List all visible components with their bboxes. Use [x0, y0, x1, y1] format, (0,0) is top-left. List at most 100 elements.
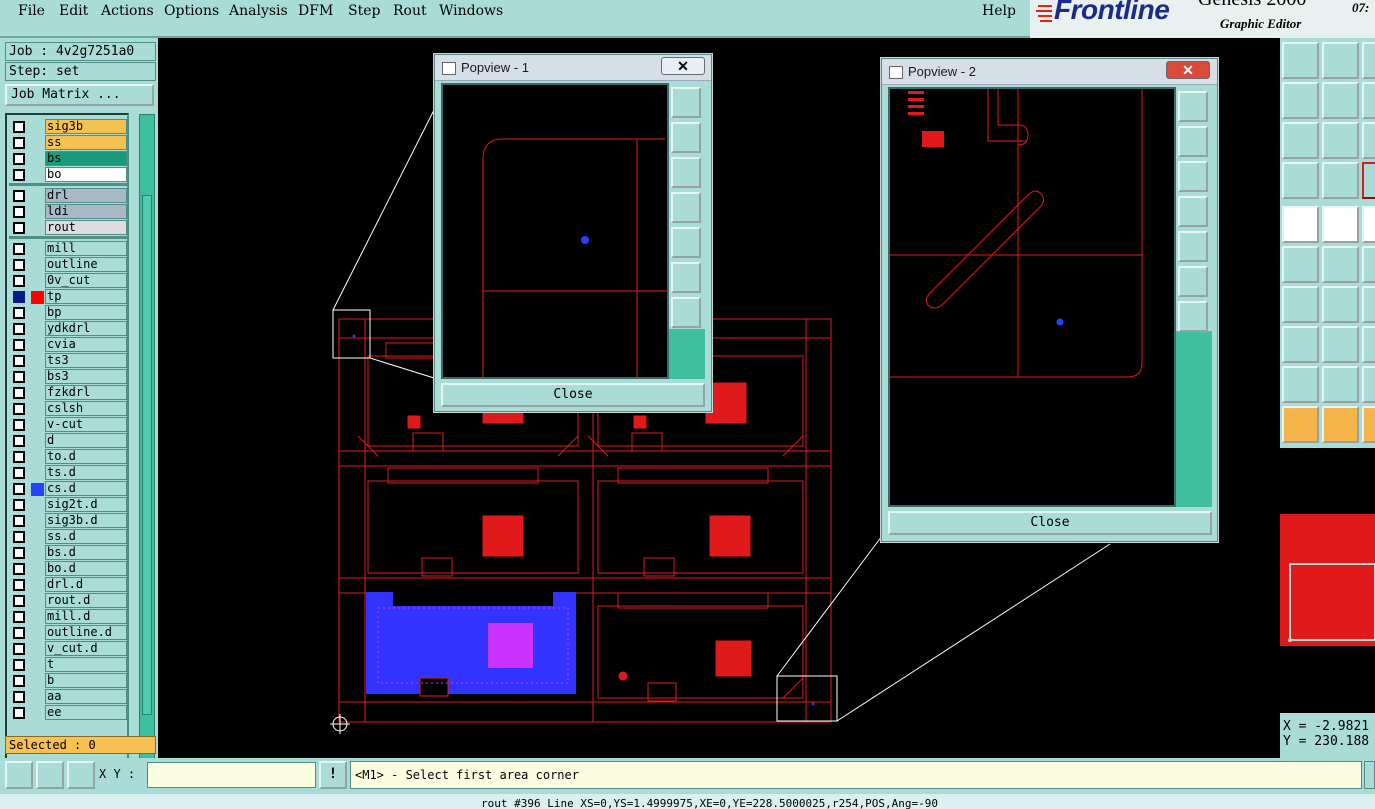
layer-row[interactable]: v-cut — [9, 417, 127, 433]
arc-tool-icon[interactable] — [1362, 366, 1375, 403]
layer-row[interactable]: b — [9, 673, 127, 689]
layer-row[interactable]: bs — [9, 151, 127, 167]
layer-name[interactable]: cslsh — [45, 401, 127, 416]
layer-name[interactable]: ss.d — [45, 529, 127, 544]
add-feature-icon[interactable] — [1282, 206, 1319, 243]
menu-actions[interactable]: Actions — [101, 3, 154, 19]
pan-left-icon[interactable] — [1282, 82, 1319, 119]
layer-checkbox[interactable] — [13, 499, 25, 511]
layer-row[interactable]: sig2t.d — [9, 497, 127, 513]
angle-tool-icon[interactable] — [1322, 366, 1359, 403]
layer-name[interactable]: b — [45, 673, 127, 688]
layer-row[interactable]: rout — [9, 220, 127, 236]
menu-file[interactable]: File — [18, 3, 45, 19]
popview-1-close-button[interactable]: Close — [441, 383, 705, 407]
pan-right-icon[interactable] — [1322, 82, 1359, 119]
xy-input[interactable] — [147, 762, 316, 788]
menu-help[interactable]: Help — [982, 3, 1016, 19]
layer-name[interactable]: sig3b.d — [45, 513, 127, 528]
menu-analysis[interactable]: Analysis — [229, 3, 288, 19]
layer-name[interactable]: bo — [45, 167, 127, 182]
layer-row[interactable]: mill.d — [9, 609, 127, 625]
layer-row[interactable]: fzkdrl — [9, 385, 127, 401]
layer-checkbox[interactable] — [13, 259, 25, 271]
layer-name[interactable]: fzkdrl — [45, 385, 127, 400]
layer-name[interactable]: bp — [45, 305, 127, 320]
layer-row[interactable]: bs3 — [9, 369, 127, 385]
move-icon[interactable] — [1362, 246, 1375, 283]
layer-row[interactable]: t — [9, 657, 127, 673]
layer-name[interactable]: cvia — [45, 337, 127, 352]
layer-checkbox[interactable] — [13, 222, 25, 234]
layer-checkbox[interactable] — [13, 419, 25, 431]
layer-row[interactable]: drl — [9, 188, 127, 204]
menu-edit[interactable]: Edit — [59, 3, 88, 19]
layer-name[interactable]: outline.d — [45, 625, 127, 640]
layer-name[interactable]: ydkdrl — [45, 321, 127, 336]
triangle-tool-icon[interactable] — [1282, 366, 1319, 403]
layer-name[interactable]: mill.d — [45, 609, 127, 624]
popview-1-scrollbar[interactable] — [669, 329, 705, 379]
popview-2-close-x[interactable]: ✕ — [1166, 61, 1210, 79]
layer-checkbox[interactable] — [13, 467, 25, 479]
layer-row[interactable]: sig3b.d — [9, 513, 127, 529]
layer-name[interactable]: drl.d — [45, 577, 127, 592]
layer-checkbox[interactable] — [13, 595, 25, 607]
line-vertical-icon[interactable] — [1362, 286, 1375, 323]
layer-name[interactable]: ss — [45, 135, 127, 150]
layer-checkbox[interactable] — [13, 675, 25, 687]
layer-list-scrollbar[interactable] — [139, 114, 155, 768]
menu-options[interactable]: Options — [164, 3, 219, 19]
layer-name[interactable]: rout — [45, 220, 127, 235]
layer-name[interactable]: ldi — [45, 204, 127, 219]
layer-row[interactable]: ydkdrl — [9, 321, 127, 337]
popview-1-viewport[interactable] — [441, 83, 669, 379]
layer-row[interactable]: bs.d — [9, 545, 127, 561]
layer-row[interactable]: ee — [9, 705, 127, 721]
layer-row[interactable]: cslsh — [9, 401, 127, 417]
layer-checkbox[interactable] — [13, 291, 25, 303]
layer-checkbox[interactable] — [13, 707, 25, 719]
snap-icon[interactable] — [1282, 162, 1319, 199]
flash-icon[interactable] — [1362, 206, 1375, 243]
layer-name[interactable]: ts.d — [45, 465, 127, 480]
layer-checkbox[interactable] — [13, 563, 25, 575]
layer-row[interactable]: bp — [9, 305, 127, 321]
layer-row[interactable]: 0v_cut — [9, 273, 127, 289]
graphic-canvas[interactable]: Popview - 1 ✕ Close Popview - 2 ✕ Close — [158, 38, 1280, 758]
zoom-out-icon[interactable] — [671, 297, 701, 328]
layer-checkbox[interactable] — [13, 435, 25, 447]
select-circle-icon[interactable] — [1362, 406, 1375, 443]
pan-right-icon[interactable] — [671, 227, 701, 258]
popview-1-close-x[interactable]: ✕ — [661, 57, 705, 75]
layer-row[interactable]: outline — [9, 257, 127, 273]
pan-up-icon[interactable] — [1178, 126, 1208, 157]
snap-mode-icon[interactable] — [5, 761, 33, 789]
layer-checkbox[interactable] — [13, 355, 25, 367]
zoom-home-icon[interactable] — [1282, 122, 1319, 159]
layer-row[interactable]: to.d — [9, 449, 127, 465]
layer-row[interactable]: cs.d — [9, 481, 127, 497]
layer-name[interactable]: sig2t.d — [45, 497, 127, 512]
zoom-tool-icon[interactable] — [1362, 122, 1375, 159]
layer-row[interactable]: tp — [9, 289, 127, 305]
layer-row[interactable]: sig3b — [9, 119, 127, 135]
popview-2-close-button[interactable]: Close — [888, 511, 1212, 535]
layer-name[interactable]: cs.d — [45, 481, 127, 496]
pan-down-icon[interactable] — [671, 157, 701, 188]
layer-name[interactable]: mill — [45, 241, 127, 256]
layer-name[interactable]: 0v_cut — [45, 273, 127, 288]
layer-row[interactable]: ts.d — [9, 465, 127, 481]
line-horizontal-icon[interactable] — [1322, 326, 1359, 363]
connect-icon[interactable] — [1282, 246, 1319, 283]
menu-rout[interactable]: Rout — [393, 3, 427, 19]
layer-name[interactable]: ee — [45, 705, 127, 720]
line-icon[interactable] — [1322, 286, 1359, 323]
layer-checkbox[interactable] — [13, 387, 25, 399]
layer-checkbox[interactable] — [13, 153, 25, 165]
pan-up-icon[interactable] — [671, 122, 701, 153]
layer-checkbox[interactable] — [13, 307, 25, 319]
layer-checkbox[interactable] — [13, 531, 25, 543]
layer-name[interactable]: bo.d — [45, 561, 127, 576]
layer-checkbox[interactable] — [13, 627, 25, 639]
